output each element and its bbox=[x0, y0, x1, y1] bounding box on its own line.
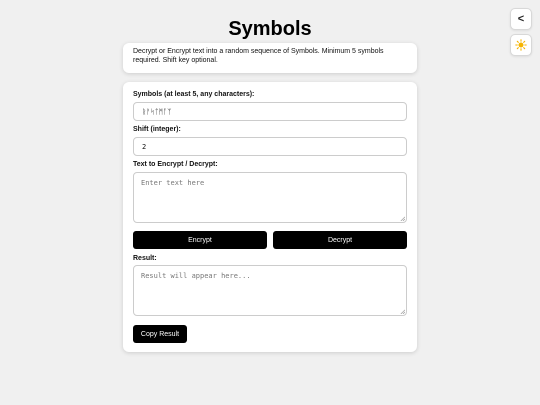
resize-grip-icon[interactable] bbox=[400, 309, 405, 314]
result-output-placeholder: Result will appear here... bbox=[141, 272, 251, 280]
back-button[interactable]: < bbox=[510, 8, 532, 30]
shift-label: Shift (integer): bbox=[133, 126, 181, 133]
resize-grip-icon[interactable] bbox=[400, 216, 405, 221]
text-label: Text to Encrypt / Decrypt: bbox=[133, 161, 218, 168]
text-input[interactable]: Enter text here bbox=[133, 172, 407, 223]
text-input-placeholder: Enter text here bbox=[141, 179, 205, 187]
symbols-input-value: ᚱᚨᛋᛏᛗᚪᛉ bbox=[142, 107, 172, 116]
symbols-input[interactable]: ᚱᚨᛋᛏᛗᚪᛉ bbox=[133, 102, 407, 121]
shift-input[interactable]: 2 bbox=[133, 137, 407, 156]
sun-icon bbox=[515, 39, 527, 51]
theme-toggle-button[interactable] bbox=[510, 34, 532, 56]
symbols-label: Symbols (at least 5, any characters): bbox=[133, 91, 255, 98]
encrypt-button-label: Encrypt bbox=[188, 236, 212, 244]
back-button-label: < bbox=[517, 13, 525, 25]
decrypt-button-label: Decrypt bbox=[327, 236, 353, 244]
copy-result-button[interactable]: Copy Result bbox=[133, 325, 187, 343]
copy-result-button-label: Copy Result bbox=[140, 330, 180, 338]
cipher-form-card: Symbols (at least 5, any characters): ᚱᚨ… bbox=[123, 82, 417, 352]
result-label: Result: bbox=[133, 255, 157, 262]
result-output[interactable]: Result will appear here... bbox=[133, 265, 407, 316]
shift-input-value: 2 bbox=[142, 142, 147, 151]
encrypt-button[interactable]: Encrypt bbox=[133, 231, 267, 249]
description-text: Decrypt or Encrypt text into a random se… bbox=[133, 48, 384, 64]
description-box: Decrypt or Encrypt text into a random se… bbox=[123, 43, 417, 73]
page-title: Symbols bbox=[228, 18, 312, 40]
decrypt-button[interactable]: Decrypt bbox=[273, 231, 407, 249]
